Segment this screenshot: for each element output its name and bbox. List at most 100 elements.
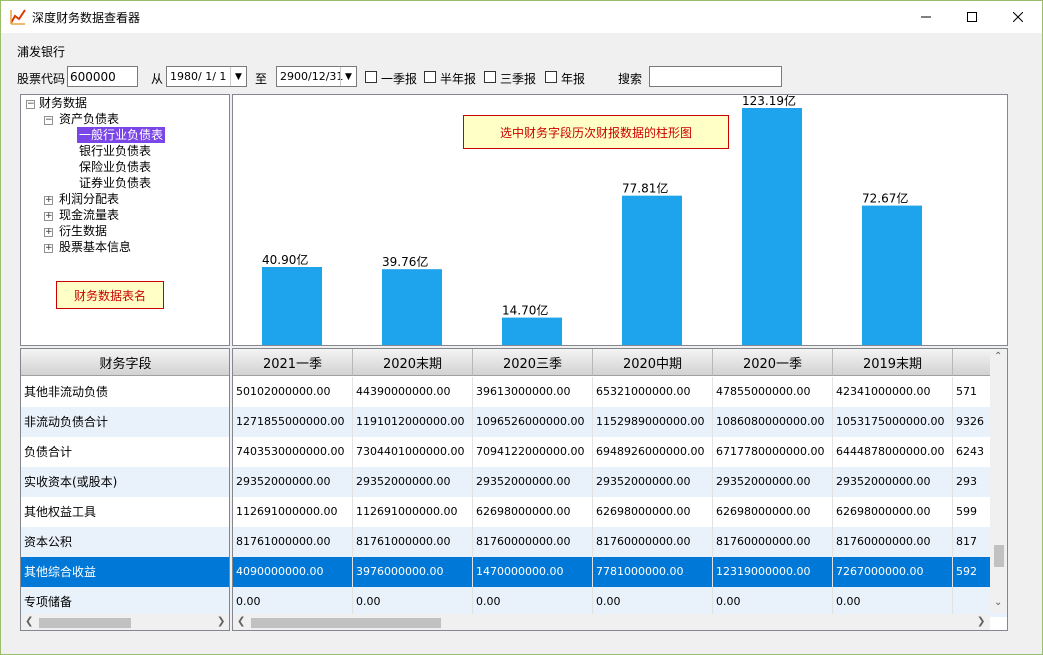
minimize-button[interactable] bbox=[903, 1, 949, 33]
table-cell[interactable]: 6948926000000.00 bbox=[593, 437, 713, 467]
tree-item-basic-info[interactable]: 股票基本信息 bbox=[59, 239, 131, 255]
scroll-up-icon[interactable]: ⌃ bbox=[994, 351, 1002, 362]
table-cell[interactable]: 3976000000.00 bbox=[353, 557, 473, 587]
to-date-picker[interactable]: 2900/12/31 ▼ bbox=[276, 66, 357, 87]
table-row[interactable]: 0.00 0.00 0.00 0.00 0.00 0.00 bbox=[233, 587, 1007, 617]
table-cell[interactable]: 62698000000.00 bbox=[833, 497, 953, 527]
close-button[interactable] bbox=[995, 1, 1041, 33]
table-cell[interactable]: 7403530000000.00 bbox=[233, 437, 353, 467]
table-row[interactable]: 4090000000.00 3976000000.00 1470000000.00 7… bbox=[233, 557, 1007, 587]
half-year-checkbox[interactable] bbox=[424, 71, 436, 83]
tree-root[interactable]: 财务数据 bbox=[39, 95, 87, 111]
field-row[interactable]: 实收资本(或股本) bbox=[21, 467, 229, 497]
table-cell[interactable]: 39613000000.00 bbox=[473, 377, 593, 407]
table-row[interactable]: 112691000000.00 112691000000.00 6269800000… bbox=[233, 497, 1007, 527]
table-cell[interactable]: 0.00 bbox=[353, 587, 473, 617]
annual-checkbox[interactable] bbox=[545, 71, 557, 83]
table-cell[interactable]: 81760000000.00 bbox=[713, 527, 833, 557]
table-cell[interactable]: 1053175000000.00 bbox=[833, 407, 953, 437]
table-cell[interactable]: 7267000000.00 bbox=[833, 557, 953, 587]
chevron-down-icon[interactable]: ▼ bbox=[230, 67, 246, 86]
field-row[interactable]: 其他非流动负债 bbox=[21, 377, 229, 407]
tree-item-bank-sheet[interactable]: 银行业负债表 bbox=[79, 143, 151, 159]
table-cell[interactable]: 112691000000.00 bbox=[353, 497, 473, 527]
table-cell[interactable]: 6444878000000.00 bbox=[833, 437, 953, 467]
table-cell[interactable]: 50102000000.00 bbox=[233, 377, 353, 407]
stock-code-input[interactable]: 600000 bbox=[67, 66, 138, 87]
table-cell[interactable]: 42341000000.00 bbox=[833, 377, 953, 407]
column-header[interactable]: 2020三季 bbox=[473, 349, 593, 376]
table-row[interactable]: 1271855000000.00 1191012000000.00 10965260… bbox=[233, 407, 1007, 437]
table-cell[interactable]: 29352000000.00 bbox=[473, 467, 593, 497]
column-header[interactable]: 2020一季 bbox=[713, 349, 833, 376]
tree-item-securities-sheet[interactable]: 证券业负债表 bbox=[79, 175, 151, 191]
tree-item-profit[interactable]: 利润分配表 bbox=[59, 191, 119, 207]
table-row[interactable]: 7403530000000.00 7304401000000.00 70941220… bbox=[233, 437, 1007, 467]
table-cell[interactable]: 81760000000.00 bbox=[593, 527, 713, 557]
column-header[interactable]: 2020中期 bbox=[593, 349, 713, 376]
table-cell[interactable]: 29352000000.00 bbox=[233, 467, 353, 497]
right-horizontal-scrollbar[interactable]: ❮ ❯ bbox=[233, 614, 990, 630]
table-cell[interactable]: 6717780000000.00 bbox=[713, 437, 833, 467]
table-cell[interactable]: 0.00 bbox=[233, 587, 353, 617]
maximize-button[interactable] bbox=[949, 1, 995, 33]
field-row[interactable]: 其他权益工具 bbox=[21, 497, 229, 527]
table-cell[interactable]: 29352000000.00 bbox=[353, 467, 473, 497]
collapse-icon[interactable]: − bbox=[44, 116, 53, 125]
table-cell[interactable]: 1470000000.00 bbox=[473, 557, 593, 587]
scroll-down-icon[interactable]: ⌄ bbox=[994, 597, 1002, 608]
tree-item-derived[interactable]: 衍生数据 bbox=[59, 223, 107, 239]
field-row[interactable]: 专项储备 bbox=[21, 587, 229, 617]
table-cell[interactable]: 47855000000.00 bbox=[713, 377, 833, 407]
table-cell[interactable]: 7781000000.00 bbox=[593, 557, 713, 587]
table-cell[interactable]: 81760000000.00 bbox=[833, 527, 953, 557]
q1-checkbox[interactable] bbox=[365, 71, 377, 83]
tree-item-general-sheet[interactable]: 一般行业负债表 bbox=[77, 127, 166, 143]
field-row[interactable]: 其他综合收益 bbox=[21, 557, 229, 587]
tree-item-insurance-sheet[interactable]: 保险业负债表 bbox=[79, 159, 151, 175]
field-row[interactable]: 资本公积 bbox=[21, 527, 229, 557]
scroll-left-icon[interactable]: ❮ bbox=[25, 616, 33, 627]
tree-item-cashflow[interactable]: 现金流量表 bbox=[59, 207, 119, 223]
table-cell[interactable]: 0.00 bbox=[833, 587, 953, 617]
scrollbar-thumb[interactable] bbox=[251, 618, 441, 628]
table-row[interactable]: 29352000000.00 29352000000.00 29352000000.… bbox=[233, 467, 1007, 497]
scroll-right-icon[interactable]: ❯ bbox=[977, 616, 985, 627]
table-cell[interactable]: 7304401000000.00 bbox=[353, 437, 473, 467]
vertical-scrollbar[interactable]: ⌃ ⌄ bbox=[990, 349, 1007, 613]
table-cell[interactable]: 1191012000000.00 bbox=[353, 407, 473, 437]
column-header[interactable]: 2019末期 bbox=[833, 349, 953, 376]
table-cell[interactable]: 4090000000.00 bbox=[233, 557, 353, 587]
column-header[interactable]: 2020末期 bbox=[353, 349, 473, 376]
column-header[interactable]: 2021一季 bbox=[233, 349, 353, 376]
table-cell[interactable]: 1152989000000.00 bbox=[593, 407, 713, 437]
expand-icon[interactable]: + bbox=[44, 244, 53, 253]
table-cell[interactable]: 1096526000000.00 bbox=[473, 407, 593, 437]
table-cell[interactable]: 65321000000.00 bbox=[593, 377, 713, 407]
table-cell[interactable]: 0.00 bbox=[473, 587, 593, 617]
scrollbar-thumb[interactable] bbox=[994, 545, 1004, 567]
expand-icon[interactable]: + bbox=[44, 212, 53, 221]
table-cell[interactable]: 81761000000.00 bbox=[353, 527, 473, 557]
field-header[interactable]: 财务字段 bbox=[21, 349, 229, 376]
table-cell[interactable]: 81761000000.00 bbox=[233, 527, 353, 557]
field-row[interactable]: 负债合计 bbox=[21, 437, 229, 467]
table-cell[interactable]: 62698000000.00 bbox=[593, 497, 713, 527]
table-row[interactable]: 50102000000.00 44390000000.00 39613000000.… bbox=[233, 377, 1007, 407]
table-row[interactable]: 81761000000.00 81761000000.00 81760000000.… bbox=[233, 527, 1007, 557]
from-date-picker[interactable]: 1980/ 1/ 1 ▼ bbox=[166, 66, 247, 87]
chevron-down-icon[interactable]: ▼ bbox=[340, 67, 356, 86]
search-input[interactable] bbox=[649, 66, 782, 87]
table-cell[interactable]: 62698000000.00 bbox=[473, 497, 593, 527]
expand-icon[interactable]: + bbox=[44, 196, 53, 205]
table-cell[interactable]: 29352000000.00 bbox=[833, 467, 953, 497]
table-cell[interactable]: 112691000000.00 bbox=[233, 497, 353, 527]
scroll-right-icon[interactable]: ❯ bbox=[217, 616, 225, 627]
table-cell[interactable]: 29352000000.00 bbox=[713, 467, 833, 497]
table-cell[interactable]: 44390000000.00 bbox=[353, 377, 473, 407]
table-cell[interactable]: 1271855000000.00 bbox=[233, 407, 353, 437]
scroll-left-icon[interactable]: ❮ bbox=[237, 616, 245, 627]
q3-checkbox[interactable] bbox=[484, 71, 496, 83]
collapse-icon[interactable]: − bbox=[26, 100, 35, 109]
table-cell[interactable]: 29352000000.00 bbox=[593, 467, 713, 497]
